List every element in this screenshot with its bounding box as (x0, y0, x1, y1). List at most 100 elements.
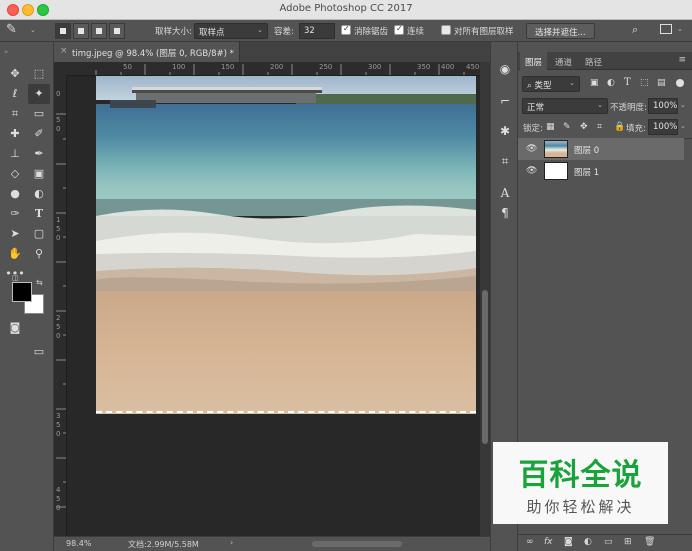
sample-size-select[interactable]: 取样点 ⌄ (194, 23, 268, 39)
ruler-label: 4 (56, 486, 61, 494)
lock-image-icon[interactable]: ✎ (563, 122, 571, 132)
new-group-icon[interactable]: ▭ (604, 537, 613, 547)
preset-dropdown-arrow-icon[interactable]: ⌄ (30, 26, 36, 42)
delete-layer-icon[interactable]: 🗑 (644, 537, 655, 547)
workspace-icon[interactable] (660, 24, 672, 34)
document-image[interactable] (96, 76, 476, 414)
select-and-mask-button[interactable]: 选择并遮住... (526, 23, 595, 39)
move-tool-icon[interactable]: ✥ (4, 64, 26, 84)
vertical-scrollbar-thumb[interactable] (482, 290, 488, 444)
paragraph-panel-icon[interactable]: ¶ (496, 204, 514, 222)
add-mask-icon[interactable]: ◙ (564, 537, 573, 547)
magic-wand-tool-icon[interactable]: ✦ (28, 84, 50, 104)
default-colors-icon[interactable]: ◫ (12, 274, 19, 282)
eraser-tool-icon[interactable]: ◇ (4, 164, 26, 184)
filter-type-icon[interactable]: T (624, 77, 631, 88)
filter-smart-object-icon[interactable]: ▤ (657, 78, 666, 88)
tab-channels[interactable]: 通道 (550, 52, 577, 70)
horizontal-ruler[interactable]: 50 100 150 200 250 300 350 400 450 (67, 62, 480, 76)
blur-tool-icon[interactable]: ● (4, 184, 26, 204)
layer-style-icon[interactable]: fx (544, 537, 553, 547)
filter-pixel-icon[interactable]: ▣ (590, 78, 599, 88)
clone-stamp-tool-icon[interactable]: ⊥ (4, 144, 26, 164)
lock-artboard-icon[interactable]: ⌗ (597, 122, 602, 132)
opacity-slider-icon[interactable]: ⌄ (680, 101, 686, 109)
ruler-label: 3 (56, 412, 61, 420)
marquee-tool-icon[interactable]: ⬚ (28, 64, 50, 84)
lock-all-icon[interactable]: 🔒 (614, 122, 625, 132)
collapse-toolbar-icon[interactable]: » (4, 48, 8, 56)
sample-all-layers-checkbox[interactable] (441, 25, 451, 35)
shape-tool-icon[interactable]: ▢ (28, 224, 50, 244)
contiguous-label: 连续 (407, 27, 425, 37)
ruler-label: 0 (56, 332, 61, 340)
zoom-tool-icon[interactable]: ⚲ (28, 244, 50, 264)
contiguous-checkbox[interactable] (394, 24, 404, 35)
healing-brush-tool-icon[interactable]: ✚ (4, 124, 26, 144)
fill-input[interactable]: 100% (648, 119, 678, 135)
actions-panel-icon[interactable]: ✱ (496, 122, 514, 140)
beach-photo (96, 76, 476, 414)
opacity-input[interactable]: 100% (648, 98, 678, 114)
close-icon[interactable]: × (60, 46, 68, 56)
properties-panel-icon[interactable]: ⌗ (496, 152, 514, 170)
history-brush-tool-icon[interactable]: ✒ (28, 144, 50, 164)
new-selection-mode-button[interactable] (55, 23, 71, 39)
status-menu-chevron-icon[interactable]: › (230, 538, 233, 547)
horizontal-scrollbar-thumb[interactable] (312, 541, 402, 547)
magic-wand-preset-icon[interactable]: ✎ (6, 22, 17, 38)
layer-row[interactable]: 👁 图层 0 (518, 138, 684, 160)
search-icon[interactable]: ⌕ (632, 23, 638, 39)
type-tool-icon[interactable]: T (28, 204, 50, 224)
brush-tool-icon[interactable]: ✐ (28, 124, 50, 144)
add-selection-mode-button[interactable] (73, 23, 89, 39)
gradient-tool-icon[interactable]: ▣ (28, 164, 50, 184)
adjustment-layer-icon[interactable]: ◐ (584, 537, 592, 547)
layer-filter-select[interactable]: ⌕ 类型 ⌄ (522, 76, 580, 92)
fill-label: 填充: (626, 124, 646, 134)
pen-tool-icon[interactable]: ✑ (4, 204, 26, 224)
crop-tool-icon[interactable]: ⌗ (4, 104, 26, 124)
fill-slider-icon[interactable]: ⌄ (680, 122, 686, 130)
link-layers-icon[interactable]: ∞ (526, 537, 534, 547)
character-panel-icon[interactable]: A (496, 184, 514, 202)
eye-icon[interactable]: 👁 (526, 166, 537, 176)
eye-icon[interactable]: 👁 (526, 144, 537, 154)
layer-row[interactable]: 👁 图层 1 (518, 160, 684, 182)
color-panel-icon[interactable]: ◉ (496, 60, 514, 78)
lasso-tool-icon[interactable]: ℓ (4, 84, 26, 104)
lock-transparent-icon[interactable]: ▦ (546, 122, 555, 132)
intersect-selection-mode-button[interactable] (109, 23, 125, 39)
swap-colors-icon[interactable]: ⇆ (36, 278, 43, 287)
path-selection-tool-icon[interactable]: ➤ (4, 224, 26, 244)
tab-layers[interactable]: 图层 (520, 52, 548, 70)
new-layer-icon[interactable]: ⊞ (624, 537, 632, 547)
document-tab[interactable]: × timg.jpeg @ 98.4% (图层 0, RGB/8#) * (54, 42, 240, 62)
tolerance-label: 容差: (274, 27, 294, 37)
filter-toggle-icon[interactable] (676, 79, 684, 87)
filter-adjustment-icon[interactable]: ◐ (607, 78, 615, 88)
hand-tool-icon[interactable]: ✋ (4, 244, 26, 264)
lock-label: 锁定: (523, 124, 543, 134)
ruler-corner (54, 62, 67, 76)
lock-position-icon[interactable]: ✥ (580, 122, 588, 132)
quick-mask-icon[interactable]: ◙ (4, 318, 26, 338)
tab-paths[interactable]: 路径 (580, 52, 607, 70)
anti-alias-checkbox[interactable] (341, 24, 351, 35)
dodge-tool-icon[interactable]: ◐ (28, 184, 50, 204)
foreground-color-swatch[interactable] (12, 282, 32, 302)
zoom-level[interactable]: 98.4% (66, 539, 91, 548)
screen-mode-icon[interactable]: ▭ (28, 342, 50, 362)
measure-tool-icon[interactable]: ▭ (28, 104, 50, 124)
tolerance-input[interactable]: 32 (299, 23, 335, 39)
filter-shape-icon[interactable]: ⬚ (640, 78, 649, 88)
vertical-ruler[interactable]: 0 5 0 1 5 0 2 5 0 3 5 0 4 5 0 (54, 76, 67, 536)
blend-mode-select[interactable]: 正常 ⌄ (522, 98, 608, 114)
history-panel-icon[interactable]: ⌐ (496, 92, 514, 110)
panel-menu-icon[interactable]: ≡ (678, 55, 686, 65)
layer-name[interactable]: 图层 1 (574, 166, 599, 178)
document-info: 文档:2.99M/5.58M (128, 540, 199, 549)
workspace-dropdown-icon[interactable]: ⌄ (677, 25, 683, 41)
layer-name[interactable]: 图层 0 (574, 144, 599, 156)
subtract-selection-mode-button[interactable] (91, 23, 107, 39)
